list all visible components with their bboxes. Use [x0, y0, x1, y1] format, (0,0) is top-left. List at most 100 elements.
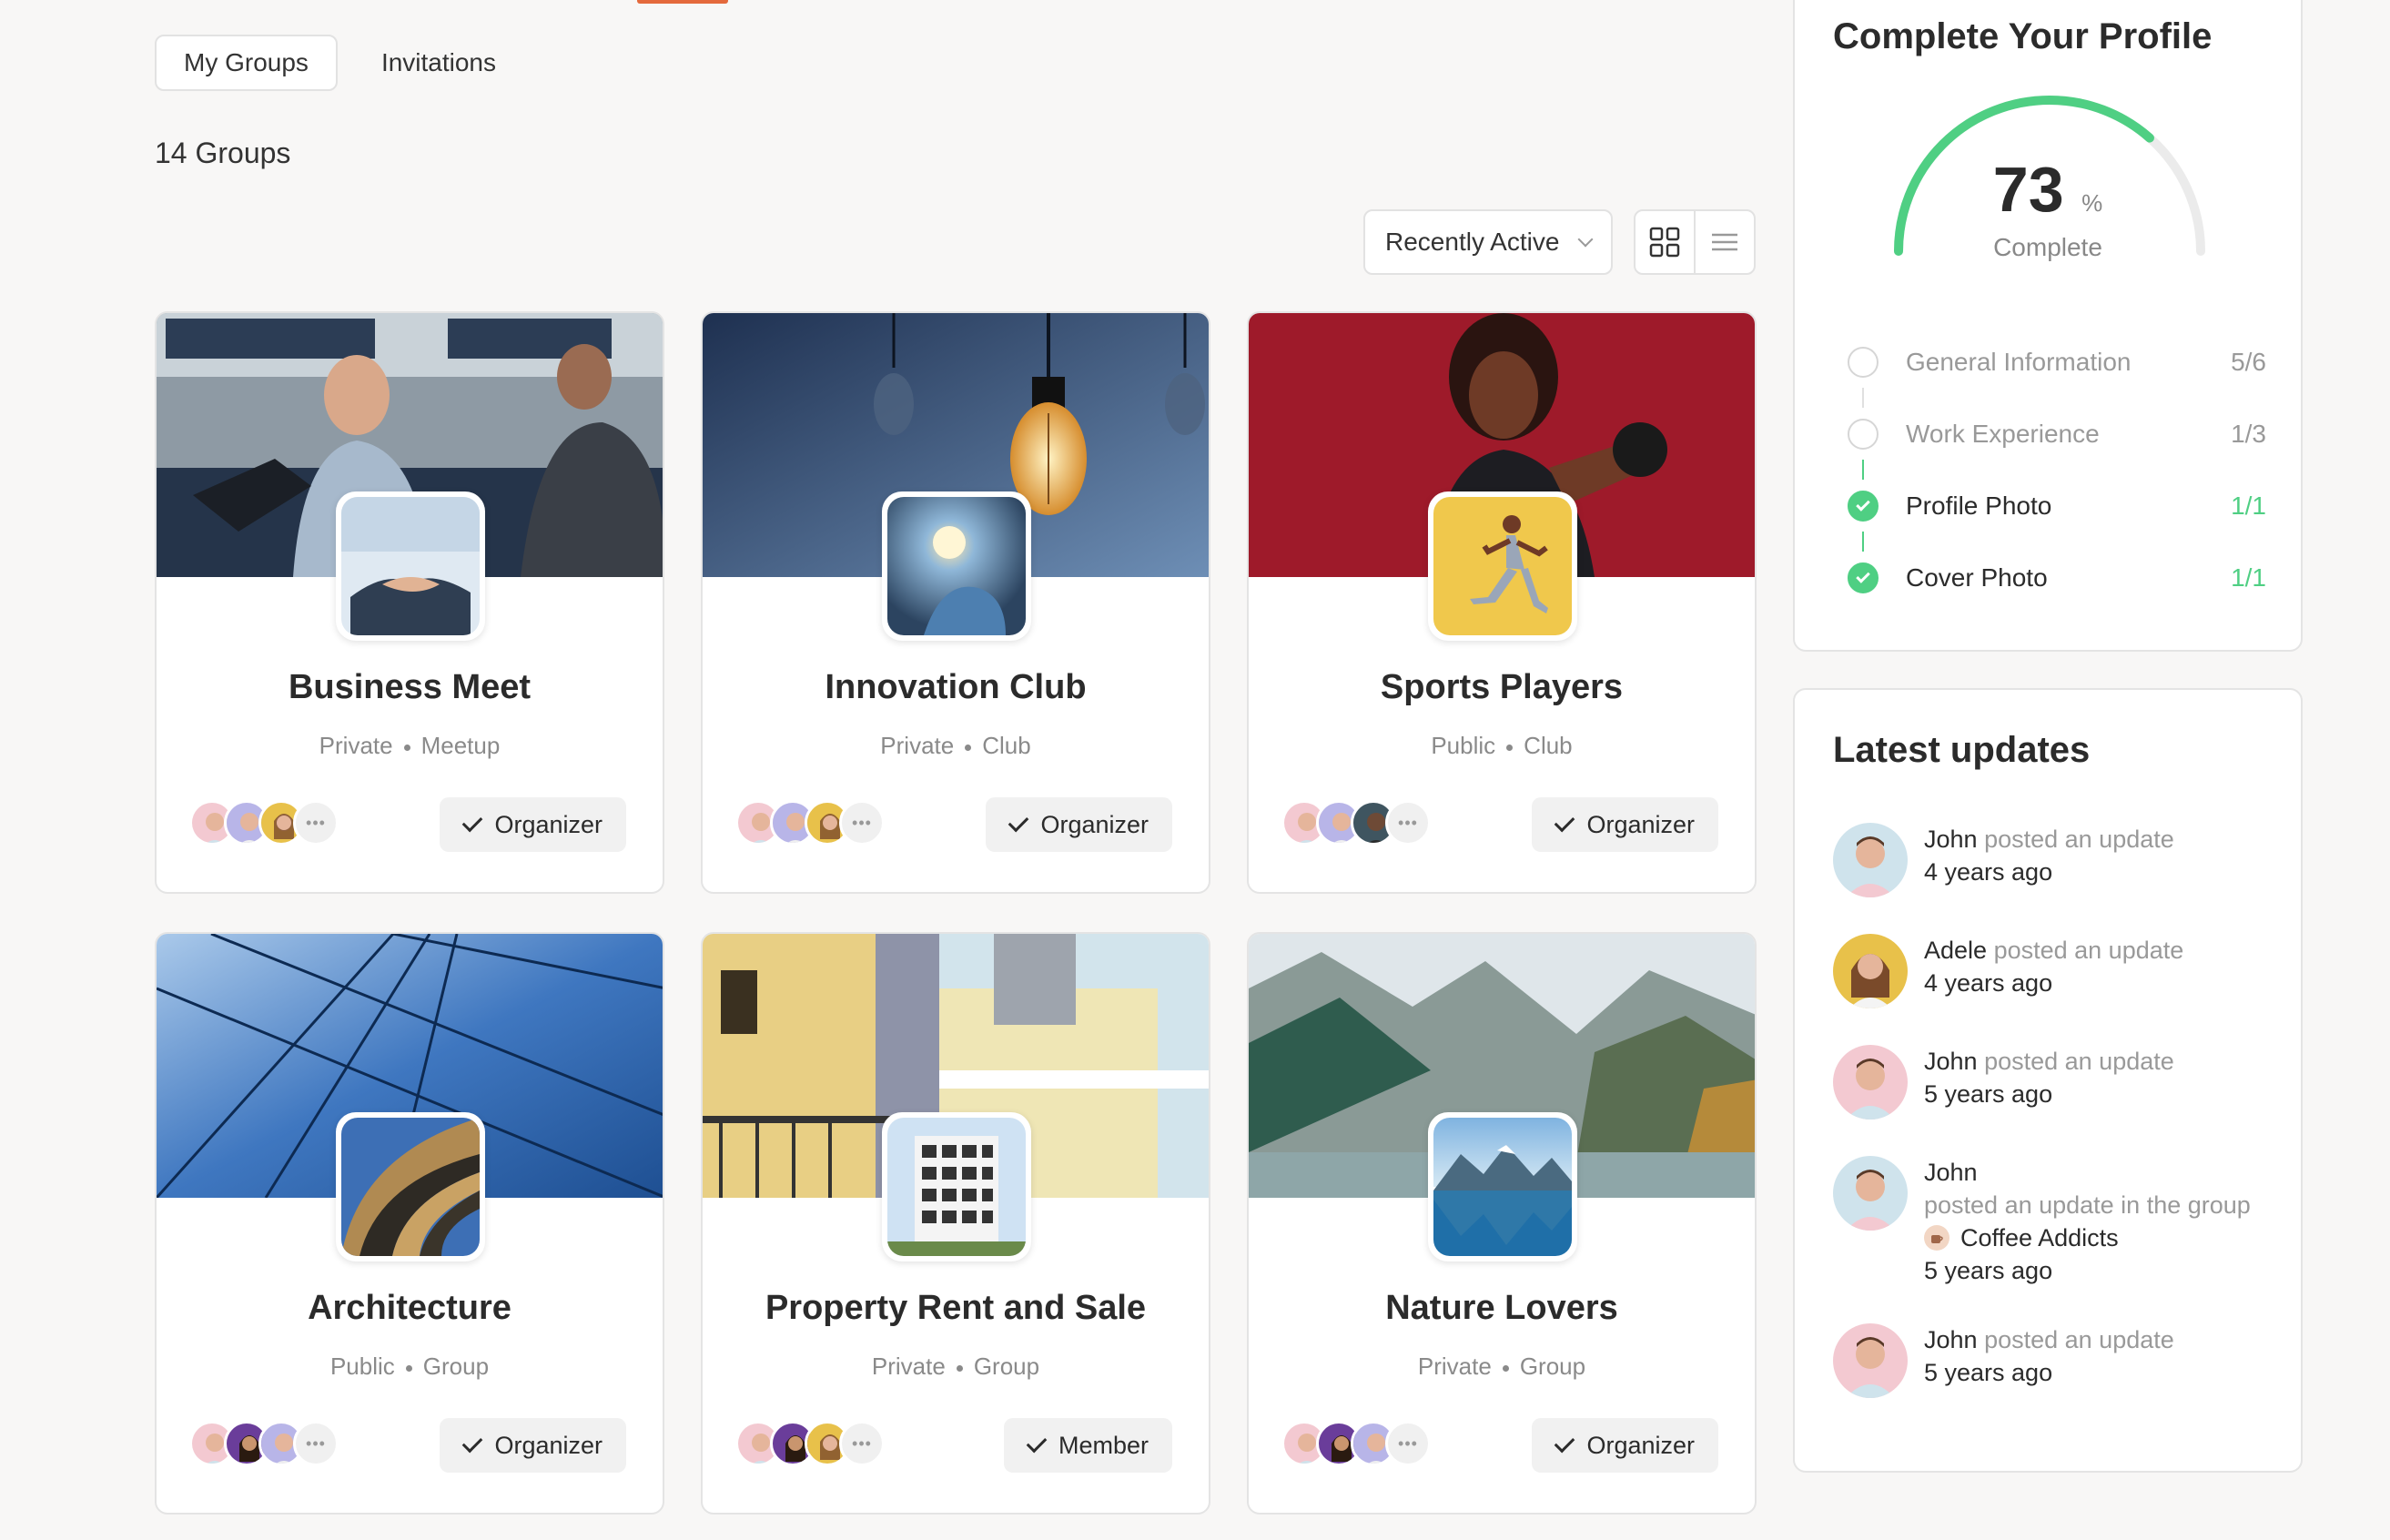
group-card[interactable]: Business Meet Private Meetup ••• Organize… — [155, 311, 664, 894]
group-avatar — [336, 491, 485, 641]
separator-dot — [965, 744, 972, 751]
avatar[interactable] — [1833, 823, 1908, 897]
separator-dot — [403, 744, 410, 751]
update-item[interactable]: Adele posted an update 4 years ago — [1833, 934, 2270, 1008]
groups-grid: Business Meet Private Meetup ••• Organize… — [155, 311, 1757, 1515]
group-members[interactable]: ••• — [735, 1421, 885, 1466]
step-label: Work Experience — [1906, 419, 2100, 448]
update-time[interactable]: 5 years ago — [1924, 1257, 2052, 1284]
update-time[interactable]: 4 years ago — [1924, 858, 2052, 886]
group-card[interactable]: Innovation Club Private Club ••• Organize… — [701, 311, 1210, 894]
update-group-link[interactable]: Coffee Addicts — [1924, 1221, 2251, 1254]
step-label: General Information — [1906, 347, 2132, 376]
check-icon — [462, 1432, 483, 1454]
update-item[interactable]: John posted an update 4 years ago — [1833, 823, 2270, 897]
group-meta: Public Group — [157, 1353, 663, 1381]
groups-tabs: My Groups Invitations — [155, 35, 523, 91]
role-button[interactable]: Organizer — [986, 797, 1172, 852]
group-avatar — [1428, 1112, 1577, 1261]
role-button[interactable]: Organizer — [1532, 1418, 1718, 1473]
group-type: Group — [973, 1353, 1040, 1380]
update-item[interactable]: John posted an update in the group Coffe… — [1833, 1156, 2270, 1287]
group-privacy: Public — [329, 1353, 395, 1380]
group-type: Club — [1524, 732, 1573, 759]
group-meta: Private Club — [703, 732, 1209, 760]
group-members[interactable]: ••• — [189, 800, 339, 846]
check-icon — [1026, 1432, 1048, 1454]
more-members: ••• — [293, 1421, 339, 1466]
role-button[interactable]: Organizer — [1532, 797, 1718, 852]
update-time[interactable]: 4 years ago — [1924, 969, 2052, 997]
update-item[interactable]: John posted an update 5 years ago — [1833, 1323, 2270, 1398]
grid-view-button[interactable] — [1636, 211, 1696, 273]
update-item[interactable]: John posted an update 5 years ago — [1833, 1045, 2270, 1120]
list-view-button[interactable] — [1696, 211, 1754, 273]
avatar[interactable] — [1833, 1156, 1908, 1231]
profile-completion-title: Complete Your Profile — [1833, 16, 2213, 56]
step-count: 1/3 — [2231, 419, 2266, 448]
update-author[interactable]: John — [1924, 1048, 1978, 1075]
check-icon — [1555, 1432, 1575, 1454]
update-action: posted an update — [1993, 937, 2184, 964]
update-action: posted an update — [1984, 1326, 2174, 1353]
update-author[interactable]: John — [1924, 1326, 1978, 1353]
check-icon — [1008, 811, 1029, 833]
group-avatar — [1428, 491, 1577, 641]
update-author[interactable]: John — [1924, 1159, 1978, 1186]
update-time[interactable]: 5 years ago — [1924, 1080, 2052, 1108]
avatar[interactable] — [1833, 934, 1908, 1008]
group-card[interactable]: Architecture Public Group ••• Organizer — [155, 932, 664, 1515]
role-label: Organizer — [1040, 810, 1149, 838]
sort-select[interactable]: Recently Active — [1363, 209, 1613, 275]
group-meta: Private Group — [1249, 1353, 1755, 1381]
separator-dot — [1506, 744, 1514, 751]
check-circle-icon — [1848, 562, 1879, 593]
separator-dot — [956, 1364, 963, 1372]
profile-completion-panel: Complete Your Profile 73 % Complete Gene… — [1793, 0, 2303, 652]
profile-step[interactable]: Work Experience 1/3 — [1848, 398, 2266, 480]
profile-step[interactable]: Cover Photo 1/1 — [1848, 542, 2266, 613]
group-card[interactable]: Property Rent and Sale Private Group ••• … — [701, 932, 1210, 1515]
groups-count: 14 Groups — [155, 137, 291, 169]
update-time[interactable]: 5 years ago — [1924, 1359, 2052, 1386]
group-meta: Private Meetup — [157, 732, 663, 760]
step-label: Cover Photo — [1906, 562, 2048, 592]
profile-step[interactable]: General Information 5/6 — [1848, 326, 2266, 408]
group-members[interactable]: ••• — [189, 1421, 339, 1466]
profile-percent: 73 % — [1795, 153, 2301, 226]
role-button[interactable]: Organizer — [440, 797, 626, 852]
group-type: Group — [1519, 1353, 1586, 1380]
updates-list: John posted an update 4 years ago Adele … — [1833, 823, 2270, 1434]
update-author[interactable]: Adele — [1924, 937, 1987, 964]
view-toggle — [1634, 209, 1756, 275]
tab-invitations[interactable]: Invitations — [354, 35, 523, 91]
group-name: Sports Players — [1380, 668, 1624, 706]
step-count: 1/1 — [2231, 491, 2266, 520]
profile-step[interactable]: Profile Photo 1/1 — [1848, 470, 2266, 552]
role-button[interactable]: Organizer — [440, 1418, 626, 1473]
group-privacy: Public — [1431, 732, 1496, 759]
group-card[interactable]: Nature Lovers Private Group ••• Organizer — [1247, 932, 1757, 1515]
update-action: posted an update in the group — [1924, 1191, 2251, 1219]
role-label: Organizer — [494, 1431, 603, 1459]
group-members[interactable]: ••• — [1281, 800, 1431, 846]
more-members: ••• — [293, 800, 339, 846]
role-button[interactable]: Member — [1003, 1418, 1172, 1473]
update-group-name: Coffee Addicts — [1960, 1224, 2119, 1251]
tab-my-groups[interactable]: My Groups — [155, 35, 338, 91]
separator-dot — [405, 1364, 412, 1372]
group-meta: Public Club — [1249, 732, 1755, 760]
group-card[interactable]: Sports Players Public Club ••• Organizer — [1247, 311, 1757, 894]
step-count: 5/6 — [2231, 347, 2266, 376]
group-members[interactable]: ••• — [735, 800, 885, 846]
step-status-icon — [1848, 346, 1879, 378]
group-members[interactable]: ••• — [1281, 1421, 1431, 1466]
avatar[interactable] — [1833, 1323, 1908, 1398]
step-label: Profile Photo — [1906, 491, 2052, 520]
avatar[interactable] — [1833, 1045, 1908, 1120]
sort-selected-label: Recently Active — [1385, 228, 1560, 256]
group-type: Club — [982, 732, 1031, 759]
group-avatar — [336, 1112, 485, 1261]
group-name: Property Rent and Sale — [765, 1289, 1147, 1327]
update-author[interactable]: John — [1924, 826, 1978, 853]
